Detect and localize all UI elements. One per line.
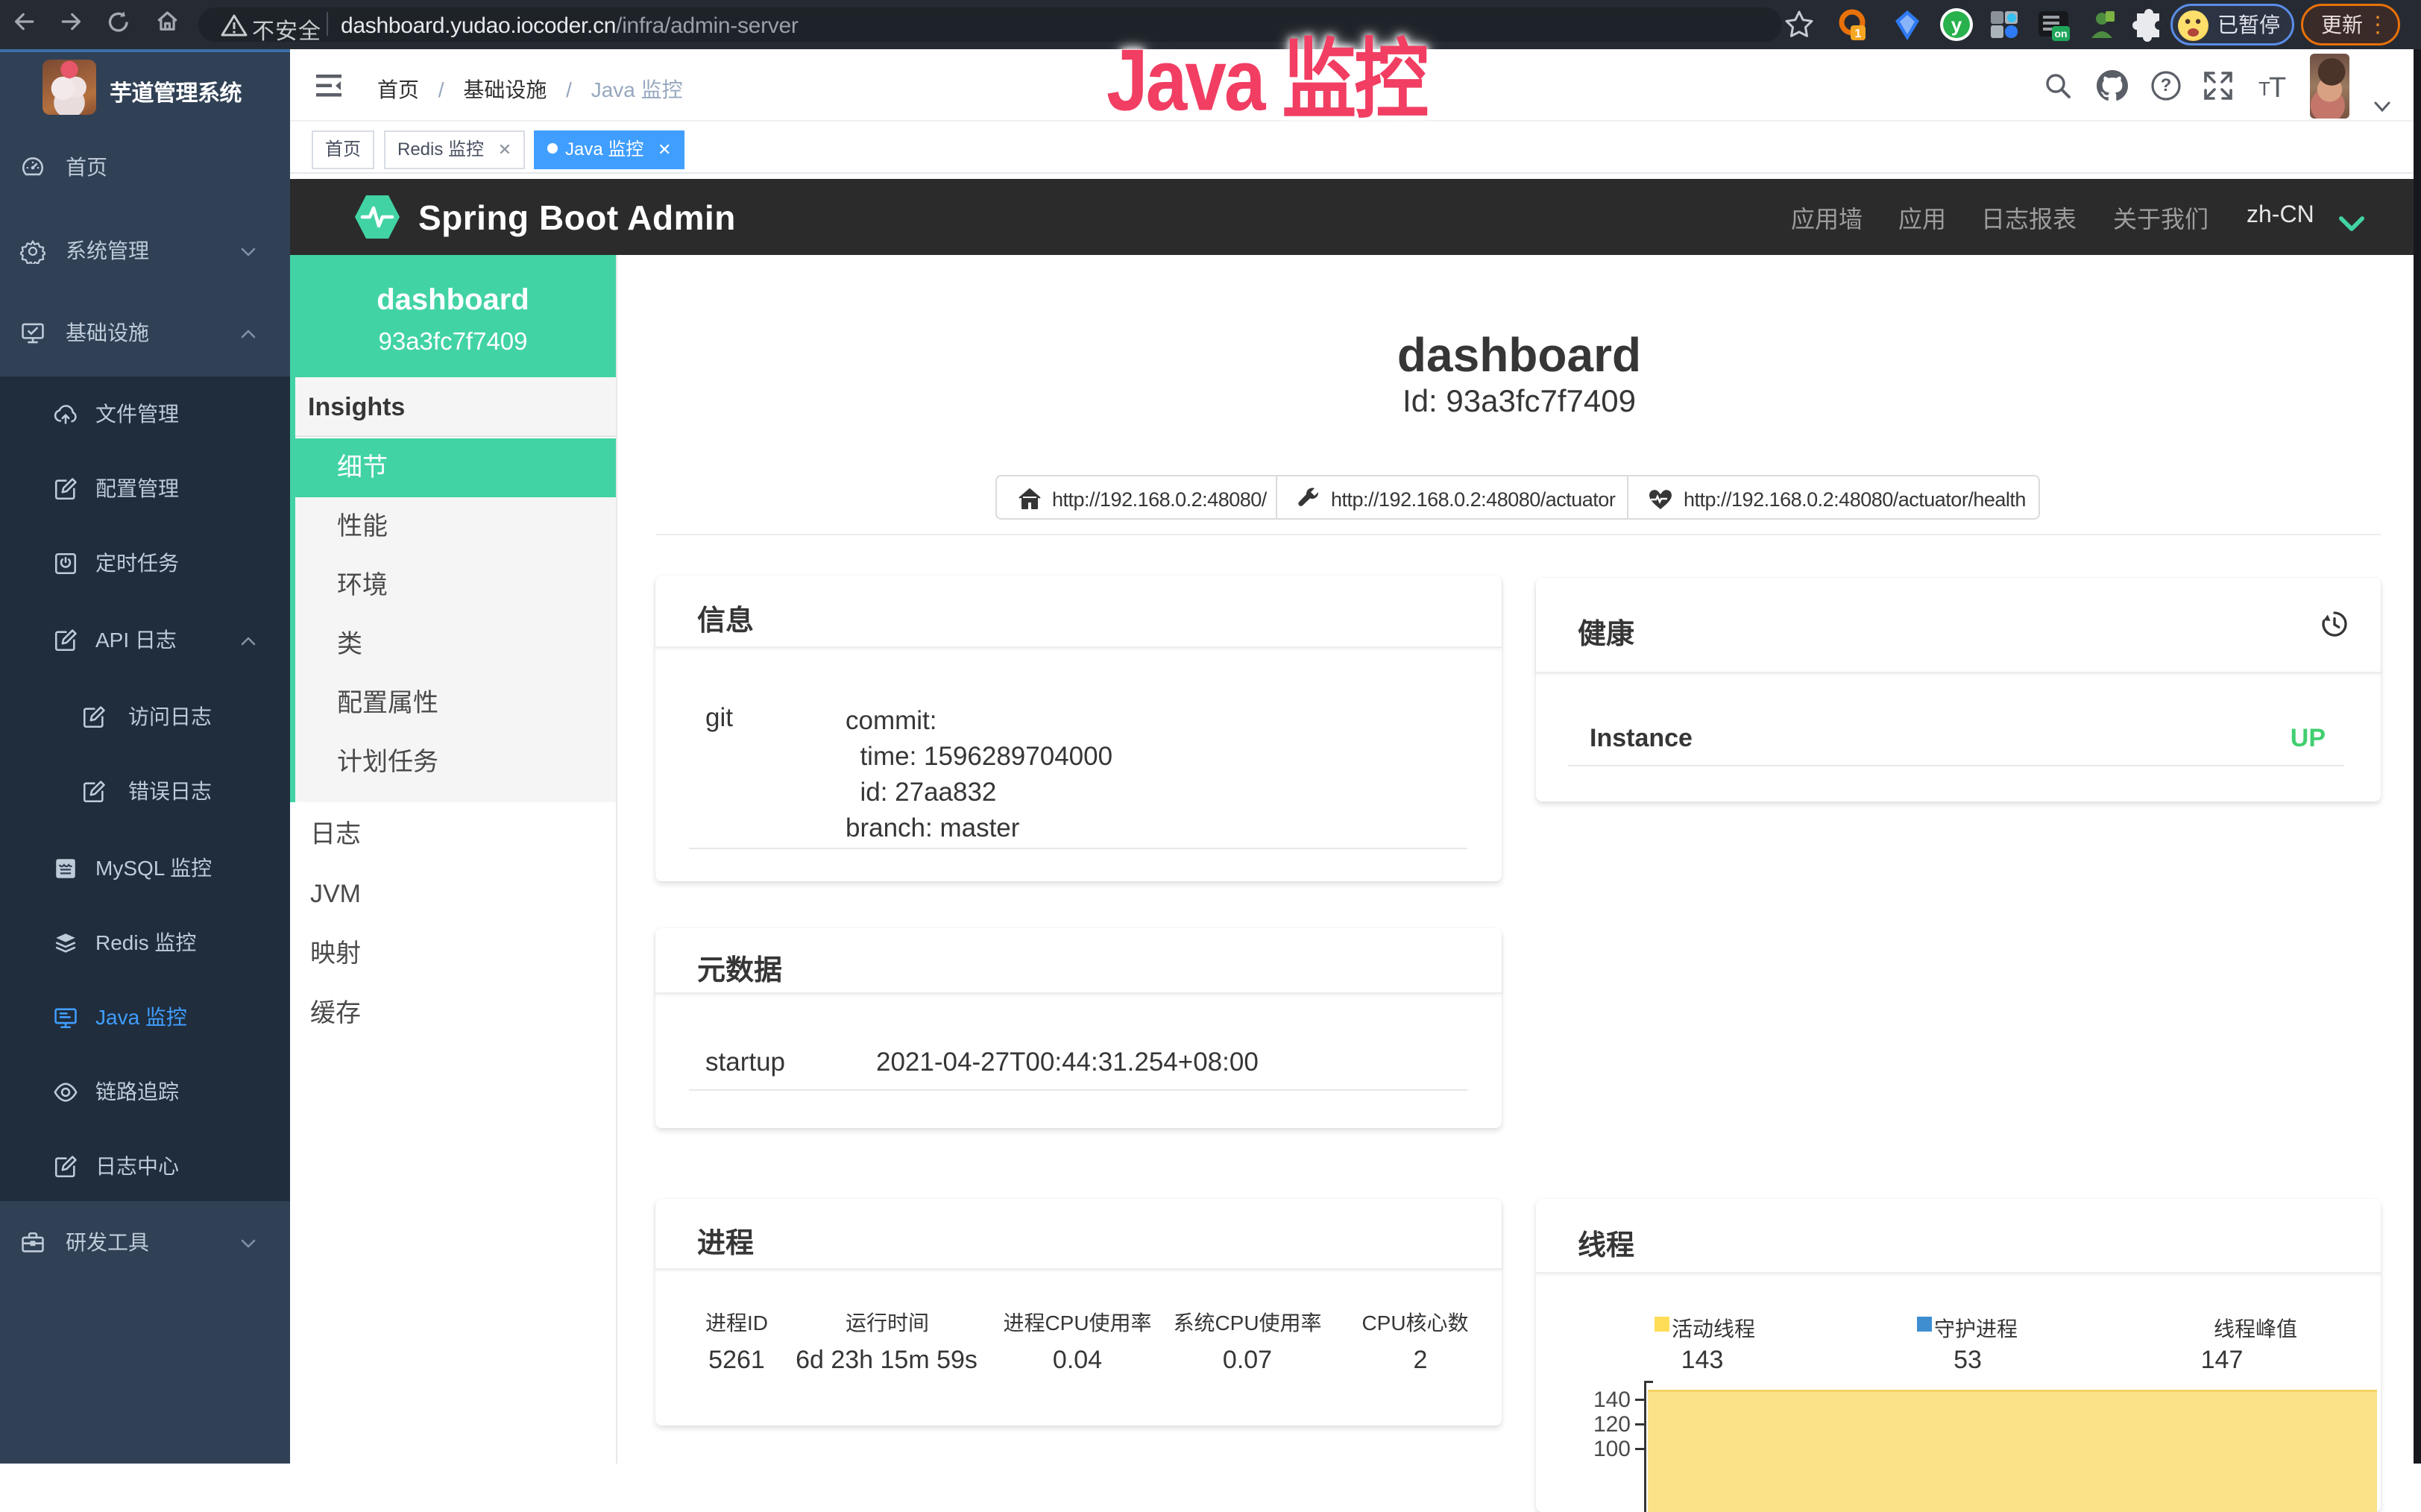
svg-text:on: on (2054, 28, 2067, 40)
svg-text:1: 1 (1855, 28, 1862, 40)
svg-text:T: T (2269, 73, 2286, 100)
svg-text:?: ? (2161, 75, 2172, 95)
